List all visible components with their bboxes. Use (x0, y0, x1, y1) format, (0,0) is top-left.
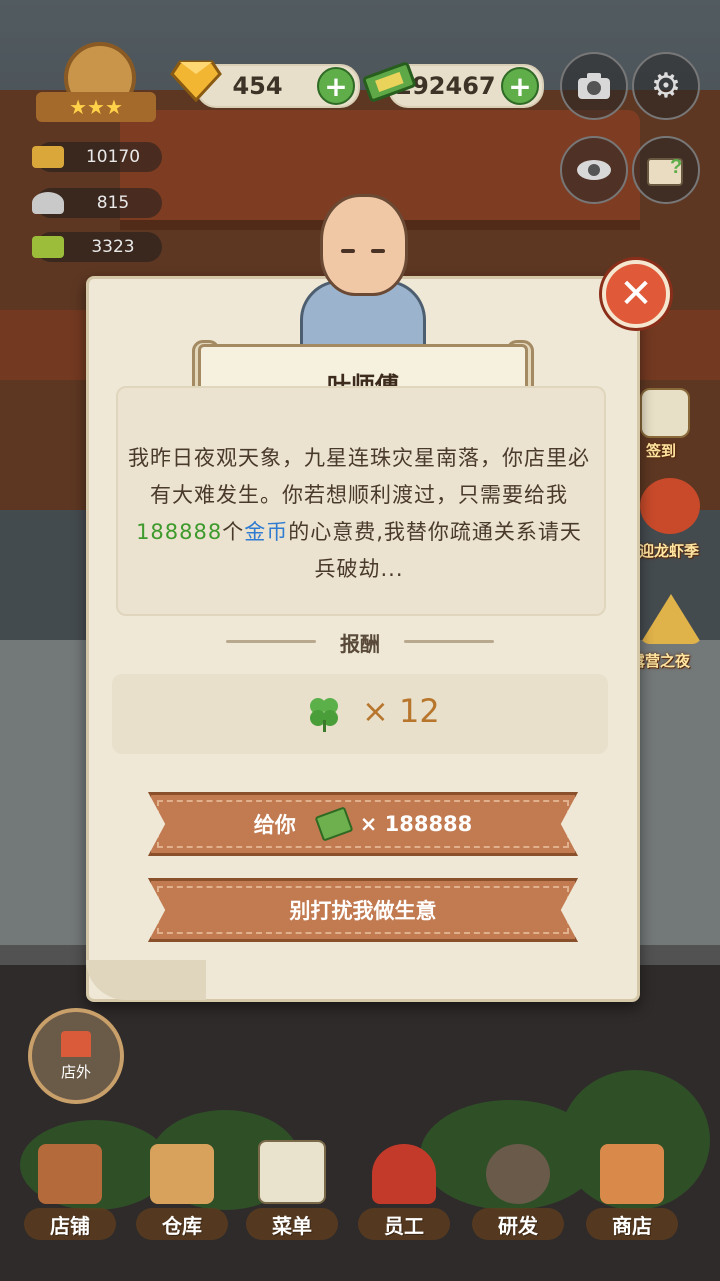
house-icon (61, 1030, 91, 1057)
stat-row-score: 3323 (32, 232, 162, 262)
clipboard-icon (258, 1140, 326, 1204)
lobster-event-icon[interactable] (640, 478, 700, 534)
gem-icon (170, 60, 222, 102)
gold-ingot-icon (32, 146, 64, 168)
npc-portrait (290, 194, 430, 360)
rank-stars: ★★★ (36, 92, 156, 122)
svg-text:?: ? (670, 156, 682, 178)
cash-stack-icon (362, 62, 416, 102)
reward-box (112, 674, 608, 754)
nav-shop-building[interactable]: 店铺 (20, 1140, 120, 1240)
staff-avatar-icon (372, 1144, 436, 1204)
nav-store[interactable]: 商店 (582, 1140, 682, 1240)
storefront-icon (38, 1144, 102, 1204)
reward-quantity: × 12 (362, 692, 440, 730)
stat-row-dishes: 815 (32, 188, 162, 218)
nav-research[interactable]: 研发 (468, 1140, 568, 1240)
wok-icon (486, 1144, 550, 1204)
help-guide-button[interactable]: ? (632, 136, 700, 204)
add-cash-button[interactable]: + (501, 67, 539, 105)
story-text: 我昨日夜观天象，九星连珠灾星南落，你店里必有大难发生。你若想顺利渡过，只需要给我… (128, 446, 590, 581)
crate-icon (150, 1144, 214, 1204)
reward-header: 报酬 (340, 631, 380, 656)
camera-button[interactable] (560, 52, 628, 120)
eye-icon (577, 160, 611, 180)
decline-button[interactable]: 别打扰我做生意 (148, 878, 578, 942)
view-toggle-button[interactable] (560, 136, 628, 204)
ticket-icon (32, 236, 64, 258)
camera-icon (578, 73, 610, 99)
help-book-icon: ? (647, 156, 683, 186)
story-amount: 188888 (136, 520, 223, 544)
four-leaf-clover-icon (310, 698, 338, 732)
outside-view-button[interactable]: 店外 (28, 1008, 124, 1104)
market-stall-icon (600, 1144, 664, 1204)
give-cash-button[interactable]: 给你 × 188888 (148, 792, 578, 856)
paper-curl (86, 960, 206, 1000)
gear-icon: ⚙ (650, 66, 682, 106)
cloche-icon (32, 192, 64, 214)
nav-menu[interactable]: 菜单 (242, 1140, 342, 1240)
checkin-label: 签到 (646, 442, 677, 460)
checkin-button[interactable] (640, 388, 690, 438)
close-dialog-button[interactable]: ✕ (602, 260, 670, 328)
stat-row-coins: 10170 (32, 142, 162, 172)
npc-head (320, 194, 408, 296)
nav-warehouse[interactable]: 仓库 (132, 1140, 232, 1240)
outside-label: 店外 (60, 1062, 91, 1081)
close-icon: ✕ (619, 271, 653, 317)
add-gems-button[interactable]: + (317, 67, 355, 105)
nav-staff[interactable]: 员工 (354, 1140, 454, 1240)
story-currency: 金币 (244, 520, 289, 544)
shop-rank-badge[interactable]: ★★★ (36, 42, 156, 132)
settings-button[interactable]: ⚙ (632, 52, 700, 120)
